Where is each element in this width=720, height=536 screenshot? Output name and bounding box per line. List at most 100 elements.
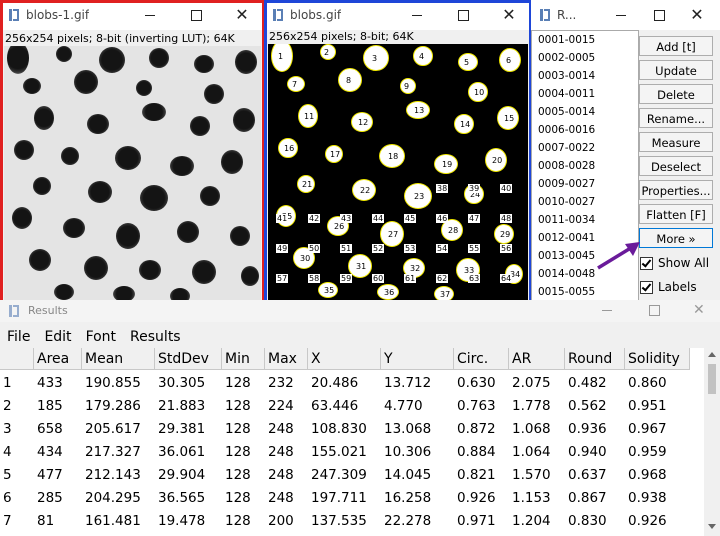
table-cell[interactable]: 1.204 (509, 509, 551, 533)
table-cell[interactable]: 29.381 (155, 417, 205, 441)
minimize-button[interactable] (598, 0, 644, 30)
table-cell[interactable]: 285 (34, 486, 63, 510)
table-cell[interactable]: 22.278 (381, 509, 431, 533)
labels-checkbox[interactable]: Labels (640, 280, 697, 294)
table-cell[interactable]: 0.936 (565, 417, 607, 441)
results-titlebar[interactable]: Results ✕ (0, 300, 720, 322)
results-scrollbar[interactable] (704, 348, 720, 536)
roi-manager-titlebar[interactable]: R... ✕ (531, 0, 720, 30)
table-cell[interactable]: 6 (0, 486, 12, 510)
column-header[interactable]: Round (565, 348, 625, 370)
table-cell[interactable]: 2 (0, 394, 12, 418)
table-cell[interactable]: 179.286 (82, 394, 141, 418)
roi-list-item[interactable]: 0002-0005 (532, 49, 638, 67)
table-cell[interactable]: 1.064 (509, 440, 551, 464)
table-cell[interactable]: 36.061 (155, 440, 205, 464)
blobs1-image-canvas[interactable] (4, 46, 261, 304)
column-header[interactable]: Area (34, 348, 82, 370)
table-cell[interactable]: 197.711 (308, 486, 367, 510)
table-cell[interactable]: 81 (34, 509, 54, 533)
roi-list-item[interactable]: 0008-0028 (532, 157, 638, 175)
menu-font[interactable]: Font (79, 326, 123, 348)
more-button[interactable]: More » (639, 228, 713, 248)
table-cell[interactable]: 0.637 (565, 463, 607, 487)
table-cell[interactable]: 0.884 (454, 440, 496, 464)
table-cell[interactable]: 0.860 (625, 371, 667, 395)
table-cell[interactable]: 0.968 (625, 463, 667, 487)
roi-list-item[interactable]: 0004-0011 (532, 85, 638, 103)
table-cell[interactable]: 161.481 (82, 509, 141, 533)
table-cell[interactable]: 0.562 (565, 394, 607, 418)
table-cell[interactable]: 205.617 (82, 417, 141, 441)
maximize-button[interactable] (440, 0, 486, 30)
maximize-icon[interactable] (649, 305, 660, 316)
close-button[interactable]: ✕ (674, 0, 720, 30)
maximize-button[interactable] (644, 0, 674, 30)
table-cell[interactable]: 0.867 (565, 486, 607, 510)
table-cell[interactable]: 0.830 (565, 509, 607, 533)
blobs-titlebar[interactable]: blobs.gif ✕ (264, 0, 532, 30)
maximize-button[interactable] (173, 0, 219, 30)
table-cell[interactable]: 16.258 (381, 486, 431, 510)
column-header[interactable] (0, 348, 34, 370)
rename-button[interactable]: Rename... (639, 108, 713, 128)
table-cell[interactable]: 155.021 (308, 440, 367, 464)
flatten-button[interactable]: Flatten [F] (639, 204, 713, 224)
show-all-checkbox[interactable]: Show All (640, 256, 709, 270)
table-cell[interactable]: 224 (265, 394, 294, 418)
column-header[interactable]: AR (509, 348, 565, 370)
roi-list-item[interactable]: 0015-0055 (532, 283, 638, 301)
roi-list-item[interactable]: 0007-0022 (532, 139, 638, 157)
table-cell[interactable]: 0.630 (454, 371, 496, 395)
table-cell[interactable]: 1.778 (509, 394, 551, 418)
minimize-button[interactable] (394, 0, 440, 30)
table-cell[interactable]: 4.770 (381, 394, 423, 418)
table-cell[interactable]: 248 (265, 440, 294, 464)
table-cell[interactable]: 0.940 (565, 440, 607, 464)
table-cell[interactable]: 433 (34, 371, 63, 395)
table-cell[interactable]: 128 (222, 486, 251, 510)
table-cell[interactable]: 477 (34, 463, 63, 487)
table-cell[interactable]: 0.926 (454, 486, 496, 510)
table-cell[interactable]: 1 (0, 371, 12, 395)
roi-list-item[interactable]: 0010-0027 (532, 193, 638, 211)
blobs-image-canvas[interactable]: 1 2 3 4 5 6 7 8 9 10 11 12 13 14 15 16 17 18 19 20 21 22 23 24 2… (268, 44, 528, 300)
close-icon[interactable]: ✕ (693, 302, 705, 318)
delete-button[interactable]: Delete (639, 84, 713, 104)
table-cell[interactable]: 128 (222, 371, 251, 395)
roi-list-item[interactable]: 0006-0016 (532, 121, 638, 139)
table-cell[interactable]: 0.872 (454, 417, 496, 441)
table-cell[interactable]: 0.967 (625, 417, 667, 441)
table-cell[interactable]: 204.295 (82, 486, 141, 510)
close-button[interactable]: ✕ (486, 0, 532, 30)
scroll-thumb[interactable] (708, 364, 716, 394)
table-cell[interactable]: 1.153 (509, 486, 551, 510)
table-cell[interactable]: 0.951 (625, 394, 667, 418)
table-cell[interactable]: 19.478 (155, 509, 205, 533)
roi-list-item[interactable]: 0003-0014 (532, 67, 638, 85)
minimize-icon[interactable] (602, 310, 612, 311)
table-cell[interactable]: 434 (34, 440, 63, 464)
column-header[interactable]: X (308, 348, 381, 370)
table-cell[interactable]: 200 (265, 509, 294, 533)
table-cell[interactable]: 1.068 (509, 417, 551, 441)
table-cell[interactable]: 248 (265, 486, 294, 510)
table-cell[interactable]: 10.306 (381, 440, 431, 464)
table-cell[interactable]: 0.482 (565, 371, 607, 395)
table-cell[interactable]: 36.565 (155, 486, 205, 510)
table-cell[interactable]: 63.446 (308, 394, 358, 418)
table-cell[interactable]: 5 (0, 463, 12, 487)
table-cell[interactable]: 190.855 (82, 371, 141, 395)
table-cell[interactable]: 0.763 (454, 394, 496, 418)
table-cell[interactable]: 20.486 (308, 371, 358, 395)
table-cell[interactable]: 0.938 (625, 486, 667, 510)
close-button[interactable]: ✕ (219, 0, 265, 30)
column-header[interactable]: Min (222, 348, 265, 370)
table-cell[interactable]: 128 (222, 394, 251, 418)
table-cell[interactable]: 128 (222, 440, 251, 464)
column-header[interactable]: Max (265, 348, 308, 370)
roi-list-item[interactable]: 0001-0015 (532, 31, 638, 49)
table-cell[interactable]: 0.971 (454, 509, 496, 533)
roi-list-item[interactable]: 0009-0027 (532, 175, 638, 193)
table-cell[interactable]: 3 (0, 417, 12, 441)
